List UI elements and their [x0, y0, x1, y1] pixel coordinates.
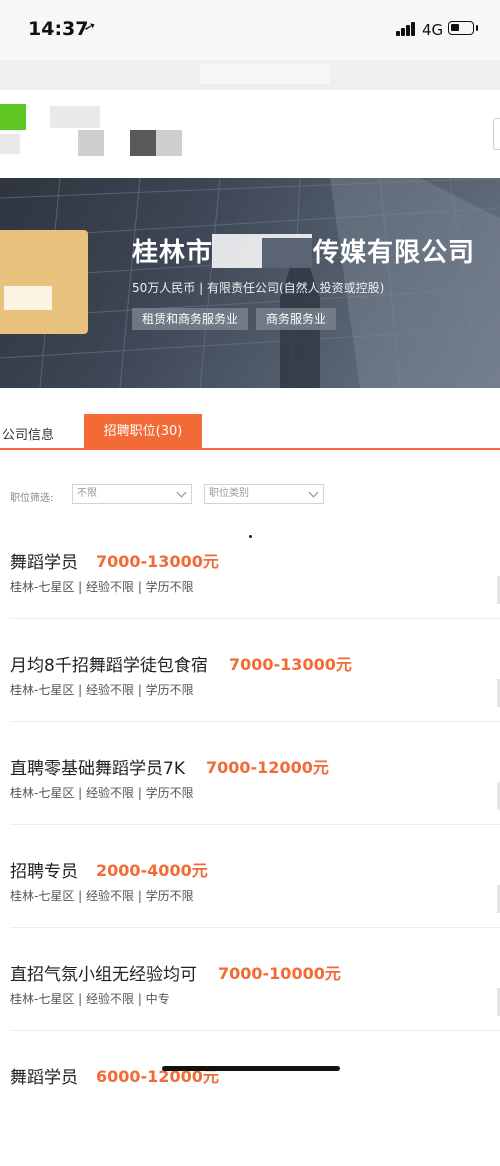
- job-salary: 7000-13000元: [229, 655, 352, 674]
- industry-tag: 商务服务业: [256, 308, 337, 330]
- tab-company-info[interactable]: 公司信息: [2, 424, 54, 443]
- job-title: 直招气氛小组无经验均可: [10, 965, 197, 985]
- job-item[interactable]: 月均8千招舞蹈学徒包食宿 7000-13000元 桂林-七星区 | 经验不限 |…: [0, 651, 500, 754]
- job-salary: 7000-13000元: [96, 552, 219, 571]
- company-meta: 50万人民币 | 有限责任公司(自然人投资或控股): [132, 281, 385, 295]
- chevron-down-icon: [176, 487, 187, 498]
- job-meta: 桂林-七星区 | 经验不限 | 学历不限: [10, 786, 194, 800]
- job-title: 招聘专员: [10, 862, 78, 882]
- job-item[interactable]: 舞蹈学员 6000-12000元: [0, 1063, 500, 1166]
- location-arrow-icon: ➚: [82, 17, 98, 37]
- job-title: 舞蹈学员: [10, 553, 78, 573]
- company-banner: 桂林市 传媒有限公司 50万人民币 | 有限责任公司(自然人投资或控股) 租赁和商…: [0, 178, 500, 388]
- filter-select-any[interactable]: 不限: [72, 484, 192, 504]
- site-logo[interactable]: [0, 104, 26, 130]
- battery-icon: [448, 21, 474, 35]
- job-meta: 桂林-七星区 | 经验不限 | 学历不限: [10, 683, 194, 697]
- job-meta: 桂林-七星区 | 经验不限 | 学历不限: [10, 889, 194, 903]
- menu-icon[interactable]: [493, 118, 500, 150]
- job-title: 舞蹈学员: [10, 1068, 78, 1088]
- industry-tag: 租赁和商务服务业: [132, 308, 249, 330]
- job-salary: 2000-4000元: [96, 861, 208, 880]
- status-time: 14:37: [28, 18, 89, 40]
- site-header: [0, 90, 500, 178]
- job-meta: 桂林-七星区 | 经验不限 | 中专: [10, 992, 170, 1006]
- battery-level: [451, 24, 459, 31]
- job-salary: 7000-12000元: [206, 758, 329, 777]
- job-item[interactable]: 招聘专员 2000-4000元 桂林-七星区 | 经验不限 | 学历不限: [0, 857, 500, 960]
- job-item[interactable]: 直招气氛小组无经验均可 7000-10000元 桂林-七星区 | 经验不限 | …: [0, 960, 500, 1063]
- company-logo: [0, 230, 88, 334]
- cellular-signal-icon: [396, 22, 416, 36]
- tab-jobs[interactable]: 招聘职位(30): [84, 414, 202, 450]
- home-indicator[interactable]: [162, 1066, 340, 1071]
- job-title: 月均8千招舞蹈学徒包食宿: [10, 656, 208, 676]
- chevron-down-icon: [308, 487, 319, 498]
- filter-select-value: 不限: [77, 488, 97, 499]
- filter-select-category[interactable]: 职位类别: [204, 484, 324, 504]
- loading-dot: [249, 535, 252, 538]
- battery-cap: [476, 25, 478, 31]
- browser-bar-blurred: [0, 60, 500, 91]
- filter-label: 职位筛选:: [10, 493, 54, 504]
- job-item[interactable]: 直聘零基础舞蹈学员7K 7000-12000元 桂林-七星区 | 经验不限 | …: [0, 754, 500, 857]
- job-salary: 7000-10000元: [218, 964, 341, 983]
- job-item[interactable]: 舞蹈学员 7000-13000元 桂林-七星区 | 经验不限 | 学历不限: [0, 548, 500, 651]
- network-type: 4G: [422, 21, 444, 39]
- job-title: 直聘零基础舞蹈学员7K: [10, 759, 185, 779]
- company-name-suffix: 传媒有限公司: [313, 238, 476, 268]
- job-meta: 桂林-七星区 | 经验不限 | 学历不限: [10, 580, 194, 594]
- tab-bar: 公司信息 招聘职位(30): [0, 410, 500, 450]
- status-bar: 14:37 ➚ 4G: [0, 0, 500, 60]
- company-name-prefix: 桂林市: [132, 238, 214, 268]
- filter-select-value: 职位类别: [209, 488, 249, 499]
